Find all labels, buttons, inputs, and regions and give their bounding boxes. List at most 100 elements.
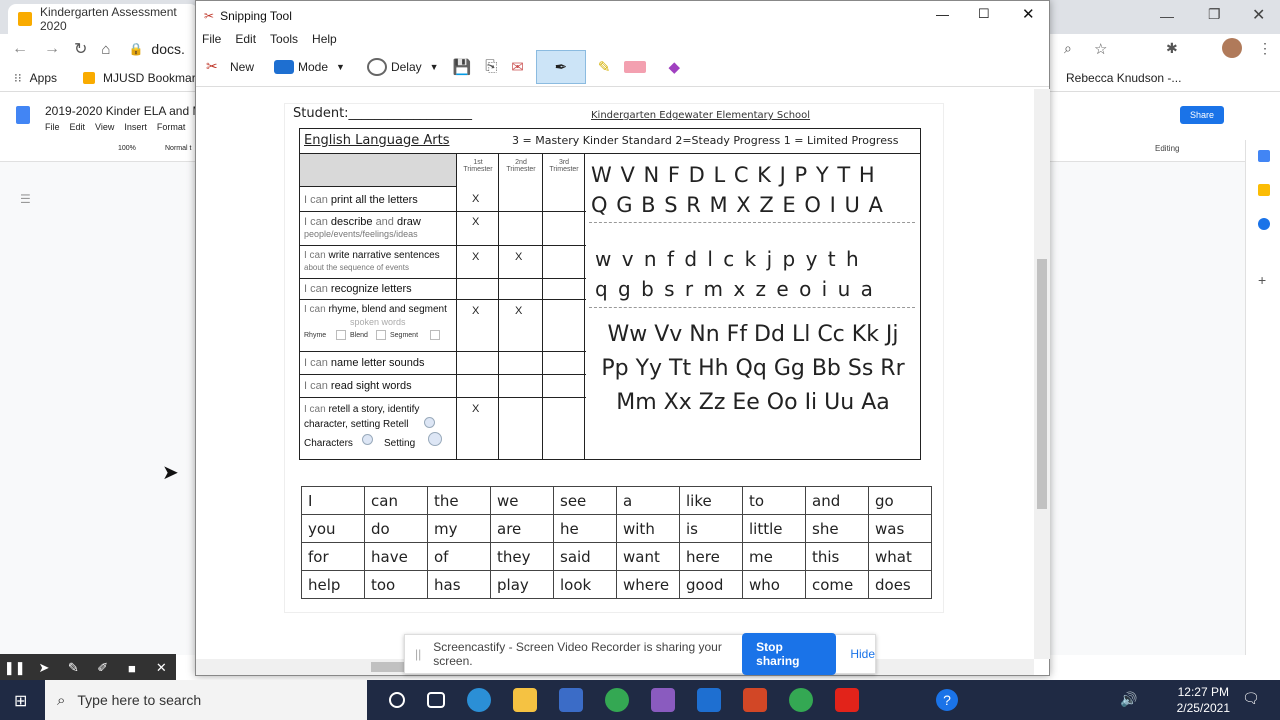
sight-word-cell: want: [616, 542, 680, 571]
zoom-icon[interactable]: ⌕: [1064, 40, 1072, 57]
uppercase-row: W V N F D L C K J P Y T H: [591, 163, 876, 187]
taskbar-search[interactable]: ⌕ Type here to search: [45, 680, 367, 720]
stop-sharing-button[interactable]: Stop sharing: [742, 633, 837, 675]
add-addon-icon[interactable]: +: [1258, 272, 1266, 288]
volume-icon[interactable]: 🔊: [1120, 691, 1137, 708]
pen-tool-button[interactable]: ✒: [535, 49, 586, 84]
save-icon[interactable]: 💾: [453, 58, 472, 76]
cortana-icon[interactable]: [389, 692, 405, 708]
camera-icon[interactable]: ■: [117, 661, 146, 676]
share-button[interactable]: Share: [1180, 106, 1225, 124]
tasks-icon[interactable]: [1258, 218, 1270, 230]
paint3d-icon[interactable]: ◆: [668, 58, 680, 76]
new-snip-button[interactable]: ✂ New: [206, 58, 254, 76]
send-icon[interactable]: ✉: [511, 58, 524, 76]
restore-icon[interactable]: ❐: [1208, 6, 1221, 23]
doc-title[interactable]: 2019-2020 Kinder ELA and Ma: [45, 104, 209, 118]
row-prefix: I can: [304, 404, 326, 415]
store-icon[interactable]: [559, 688, 583, 712]
delay-button[interactable]: Delay ▼: [366, 57, 439, 76]
chrome-icon[interactable]: [605, 688, 629, 712]
pen-icon[interactable]: ✎: [59, 660, 88, 676]
chrome-icon-2[interactable]: [789, 688, 813, 712]
back-icon[interactable]: ←: [12, 40, 28, 58]
blend-label: Blend: [350, 332, 368, 339]
screencastify-bar: || Screencastify - Screen Video Recorder…: [404, 633, 876, 675]
editing-mode[interactable]: Editing: [1155, 144, 1179, 153]
snipping-taskbar-icon[interactable]: [651, 688, 675, 712]
edge-icon[interactable]: [467, 688, 491, 712]
avatar[interactable]: [1222, 38, 1242, 58]
browser-tab[interactable]: Kindergarten Assessment 2020: [8, 4, 198, 34]
blend-checkbox[interactable]: [376, 330, 386, 340]
reload-icon[interactable]: ↻: [74, 39, 87, 59]
file-explorer-icon[interactable]: [513, 688, 537, 712]
bookmark-profile[interactable]: Rebecca Knudson -...: [1066, 71, 1181, 85]
star-icon[interactable]: ☆: [1094, 40, 1107, 58]
pointer-icon[interactable]: ➤: [29, 660, 58, 676]
snip-menu-help[interactable]: Help: [312, 32, 337, 46]
minimize-icon[interactable]: —: [1160, 8, 1174, 24]
eraser-icon[interactable]: [624, 60, 647, 73]
close-toolbar-icon[interactable]: ✕: [147, 660, 176, 676]
vertical-scrollbar[interactable]: [1034, 89, 1050, 659]
snip-close-icon[interactable]: ✕: [1022, 5, 1035, 23]
outline-icon[interactable]: ☰: [20, 192, 31, 206]
copy-icon[interactable]: ⎘: [485, 58, 497, 75]
sight-word-cell: see: [553, 486, 617, 515]
row-sub: spoken words: [350, 317, 406, 327]
taskbar-clock[interactable]: 12:27 PM 2/25/2021: [1177, 684, 1230, 716]
keep-icon[interactable]: [1258, 184, 1270, 196]
snip-title-bar: ✂ Snipping Tool — ☐ ✕: [196, 1, 1049, 31]
segment-checkbox[interactable]: [430, 330, 440, 340]
mail-icon[interactable]: [697, 688, 721, 712]
divider: [589, 307, 915, 308]
extensions-icon[interactable]: ✱: [1166, 40, 1178, 57]
mode-button[interactable]: Mode ▼: [274, 59, 345, 74]
hide-button[interactable]: Hide: [850, 647, 875, 661]
forward-icon[interactable]: →: [44, 40, 60, 58]
docs-menu-file[interactable]: File: [45, 122, 60, 132]
bookmark-apps[interactable]: Apps: [30, 71, 57, 85]
characters-bubble[interactable]: [362, 434, 373, 445]
notifications-icon[interactable]: 🗨: [1242, 690, 1260, 707]
retell-bubble[interactable]: [424, 417, 435, 428]
address-bar[interactable]: docs.: [151, 41, 184, 57]
more-menu-icon[interactable]: ⋮: [1258, 40, 1272, 57]
snip-maximize-icon[interactable]: ☐: [978, 6, 990, 22]
home-icon[interactable]: ⌂: [101, 41, 110, 58]
sight-word-cell: like: [679, 486, 743, 515]
docs-zoom[interactable]: 100%: [118, 145, 136, 152]
sight-word-cell: for: [301, 542, 365, 571]
divider: [589, 222, 915, 223]
sight-word-row: Ican the we see a like to and go: [301, 486, 932, 515]
snip-menu-tools[interactable]: Tools: [270, 32, 298, 46]
sight-word-cell: what: [868, 542, 932, 571]
drag-handle-icon[interactable]: ||: [415, 647, 421, 661]
docs-menu-insert[interactable]: Insert: [124, 122, 147, 132]
bookmark-mjusd[interactable]: MJUSD Bookmarks: [103, 71, 208, 85]
start-icon[interactable]: ⊞: [14, 691, 27, 711]
vertical-scroll-thumb[interactable]: [1037, 259, 1047, 509]
task-view-icon[interactable]: [427, 692, 445, 708]
acrobat-icon[interactable]: [835, 688, 859, 712]
docs-style[interactable]: Normal t: [165, 145, 191, 152]
powerpoint-icon[interactable]: [743, 688, 767, 712]
trimester-1-header: 1st Trimester: [463, 159, 493, 173]
setting-bubble[interactable]: [428, 432, 442, 446]
rhyme-checkbox[interactable]: [336, 330, 346, 340]
skill-row: I can recognize letters: [300, 279, 586, 300]
pause-icon[interactable]: ❚❚: [0, 660, 29, 676]
close-icon[interactable]: ✕: [1252, 5, 1265, 25]
help-icon[interactable]: ?: [936, 689, 958, 711]
delay-label: Delay: [390, 59, 422, 74]
docs-menu-view[interactable]: View: [95, 122, 114, 132]
snip-menu-edit[interactable]: Edit: [235, 32, 256, 46]
docs-menu-edit[interactable]: Edit: [70, 122, 86, 132]
docs-menu-format[interactable]: Format: [157, 122, 186, 132]
calendar-icon[interactable]: [1258, 150, 1270, 162]
highlighter-icon[interactable]: ✐: [88, 660, 117, 676]
snip-minimize-icon[interactable]: —: [936, 7, 949, 22]
highlighter-icon[interactable]: ✎: [598, 58, 611, 76]
snip-menu-file[interactable]: File: [202, 32, 221, 46]
